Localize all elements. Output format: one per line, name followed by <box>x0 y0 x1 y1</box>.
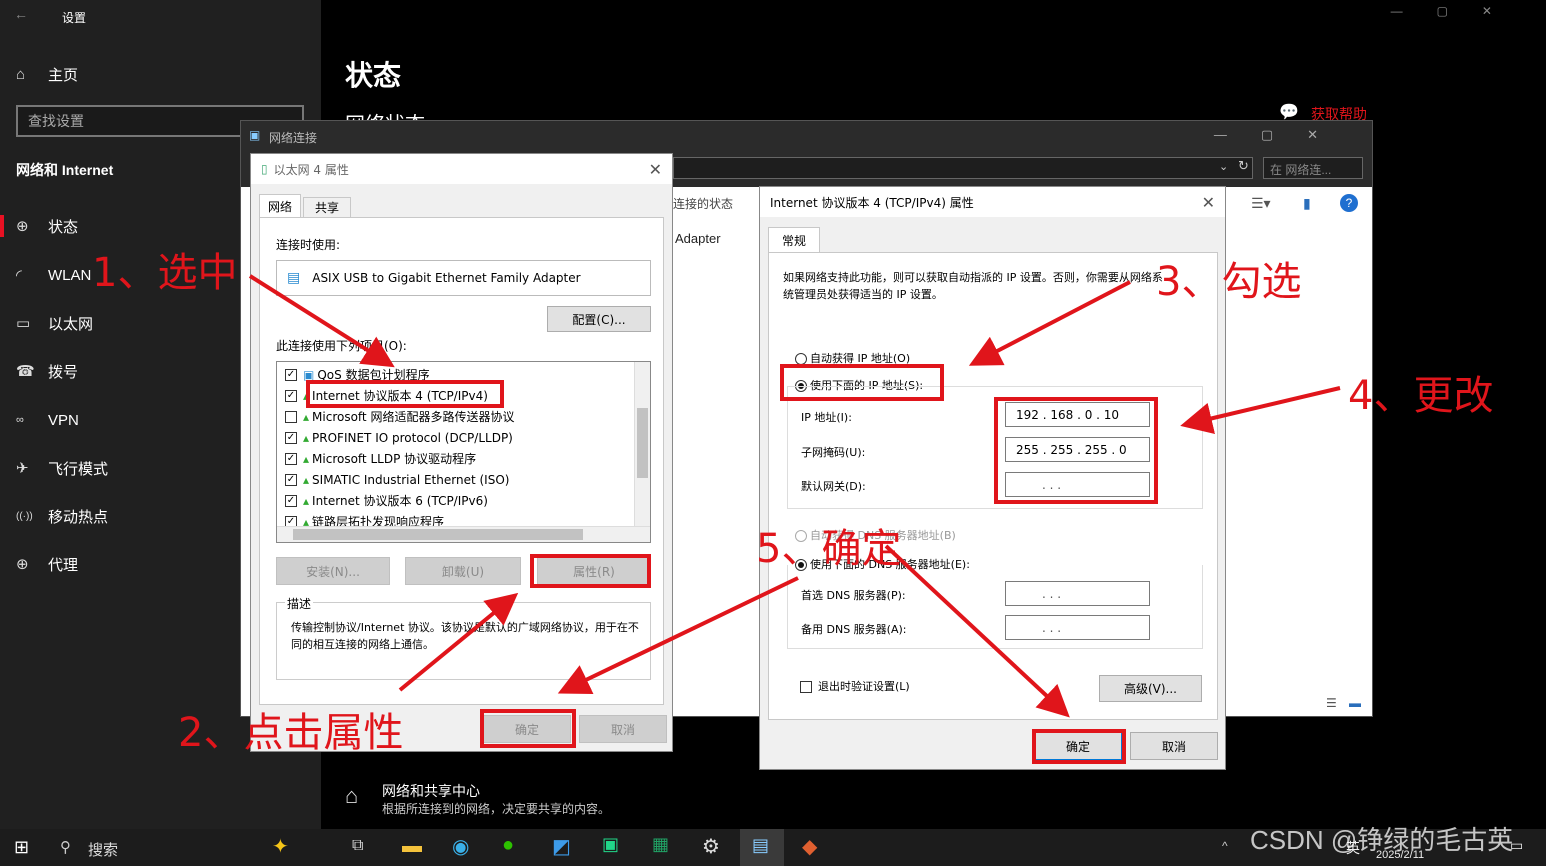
taskbar-search-label[interactable]: 搜索 <box>88 839 118 860</box>
network-window-icon: ▤ <box>752 835 770 855</box>
edge-icon[interactable]: ◉ <box>452 834 469 859</box>
arrow-step2a <box>398 592 519 692</box>
arrow-step1 <box>248 274 395 368</box>
app-icon[interactable]: ◆ <box>802 834 817 859</box>
arrow-step5 <box>884 544 1070 718</box>
watermark: CSDN @铮绿的毛古英 <box>1250 825 1514 855</box>
spreadsheet-icon[interactable]: ▦ <box>652 834 669 855</box>
taskbar-active-app[interactable]: ▤ <box>740 829 784 866</box>
arrow-step2b <box>557 576 799 695</box>
photos-icon[interactable]: ◩ <box>552 834 571 859</box>
settings-gear-icon[interactable]: ⚙ <box>702 834 720 859</box>
file-explorer-icon[interactable]: ▬ <box>402 835 422 858</box>
arrow-step4 <box>1180 386 1341 435</box>
task-view-icon[interactable]: ⧉ <box>352 837 363 855</box>
tray-chevron-up-icon[interactable]: ^ <box>1222 839 1228 853</box>
annotation-arrows <box>248 274 1341 718</box>
arrow-step3 <box>968 280 1131 366</box>
wechat-icon[interactable]: ● <box>502 834 514 857</box>
pycharm-icon[interactable]: ▣ <box>602 834 619 855</box>
search-icon[interactable]: ⚲ <box>60 838 71 856</box>
windows-start-icon[interactable]: ⊞ <box>14 837 29 858</box>
sparkle-icon[interactable]: ✦ <box>272 834 289 859</box>
